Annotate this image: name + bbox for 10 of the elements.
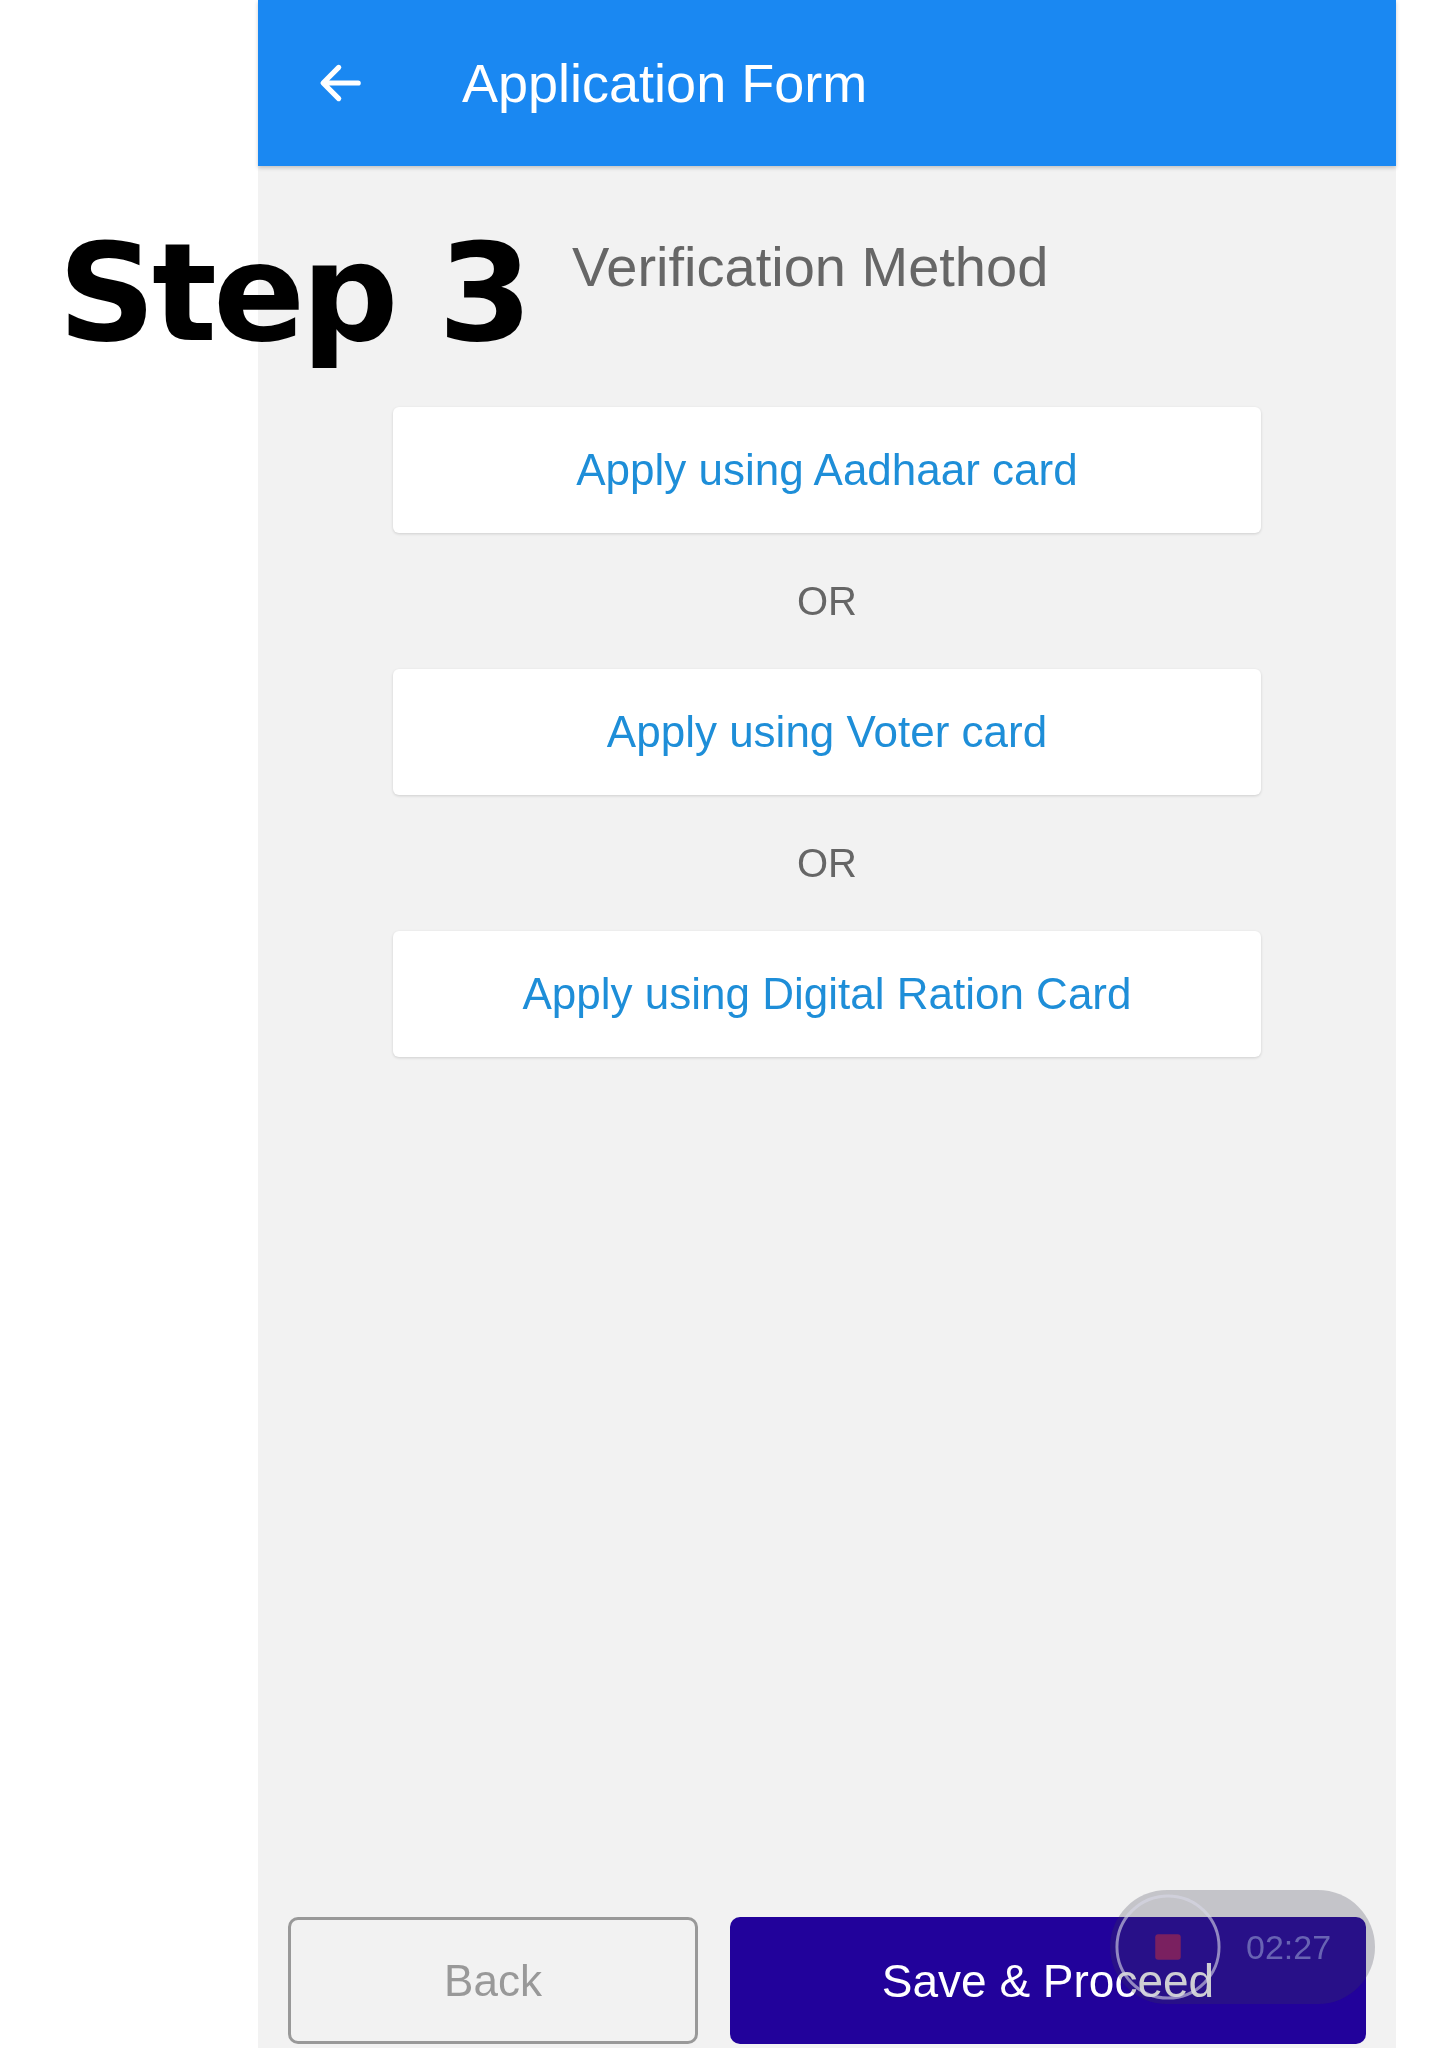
option-button[interactable]: Apply using Aadhaar card <box>393 407 1261 533</box>
app-bar-title: Application Form <box>462 52 868 114</box>
separator-text: OR <box>797 840 857 887</box>
separator-text: OR <box>797 578 857 625</box>
option-button[interactable]: Apply using Digital Ration Card <box>393 931 1261 1057</box>
option-button[interactable]: Apply using Voter card <box>393 669 1261 795</box>
recording-time: 02:27 <box>1246 1927 1332 1967</box>
section-title: Verification Method <box>572 234 1050 299</box>
back-button[interactable]: Back <box>288 1917 698 2044</box>
step-caption: Step 3 <box>58 213 530 374</box>
